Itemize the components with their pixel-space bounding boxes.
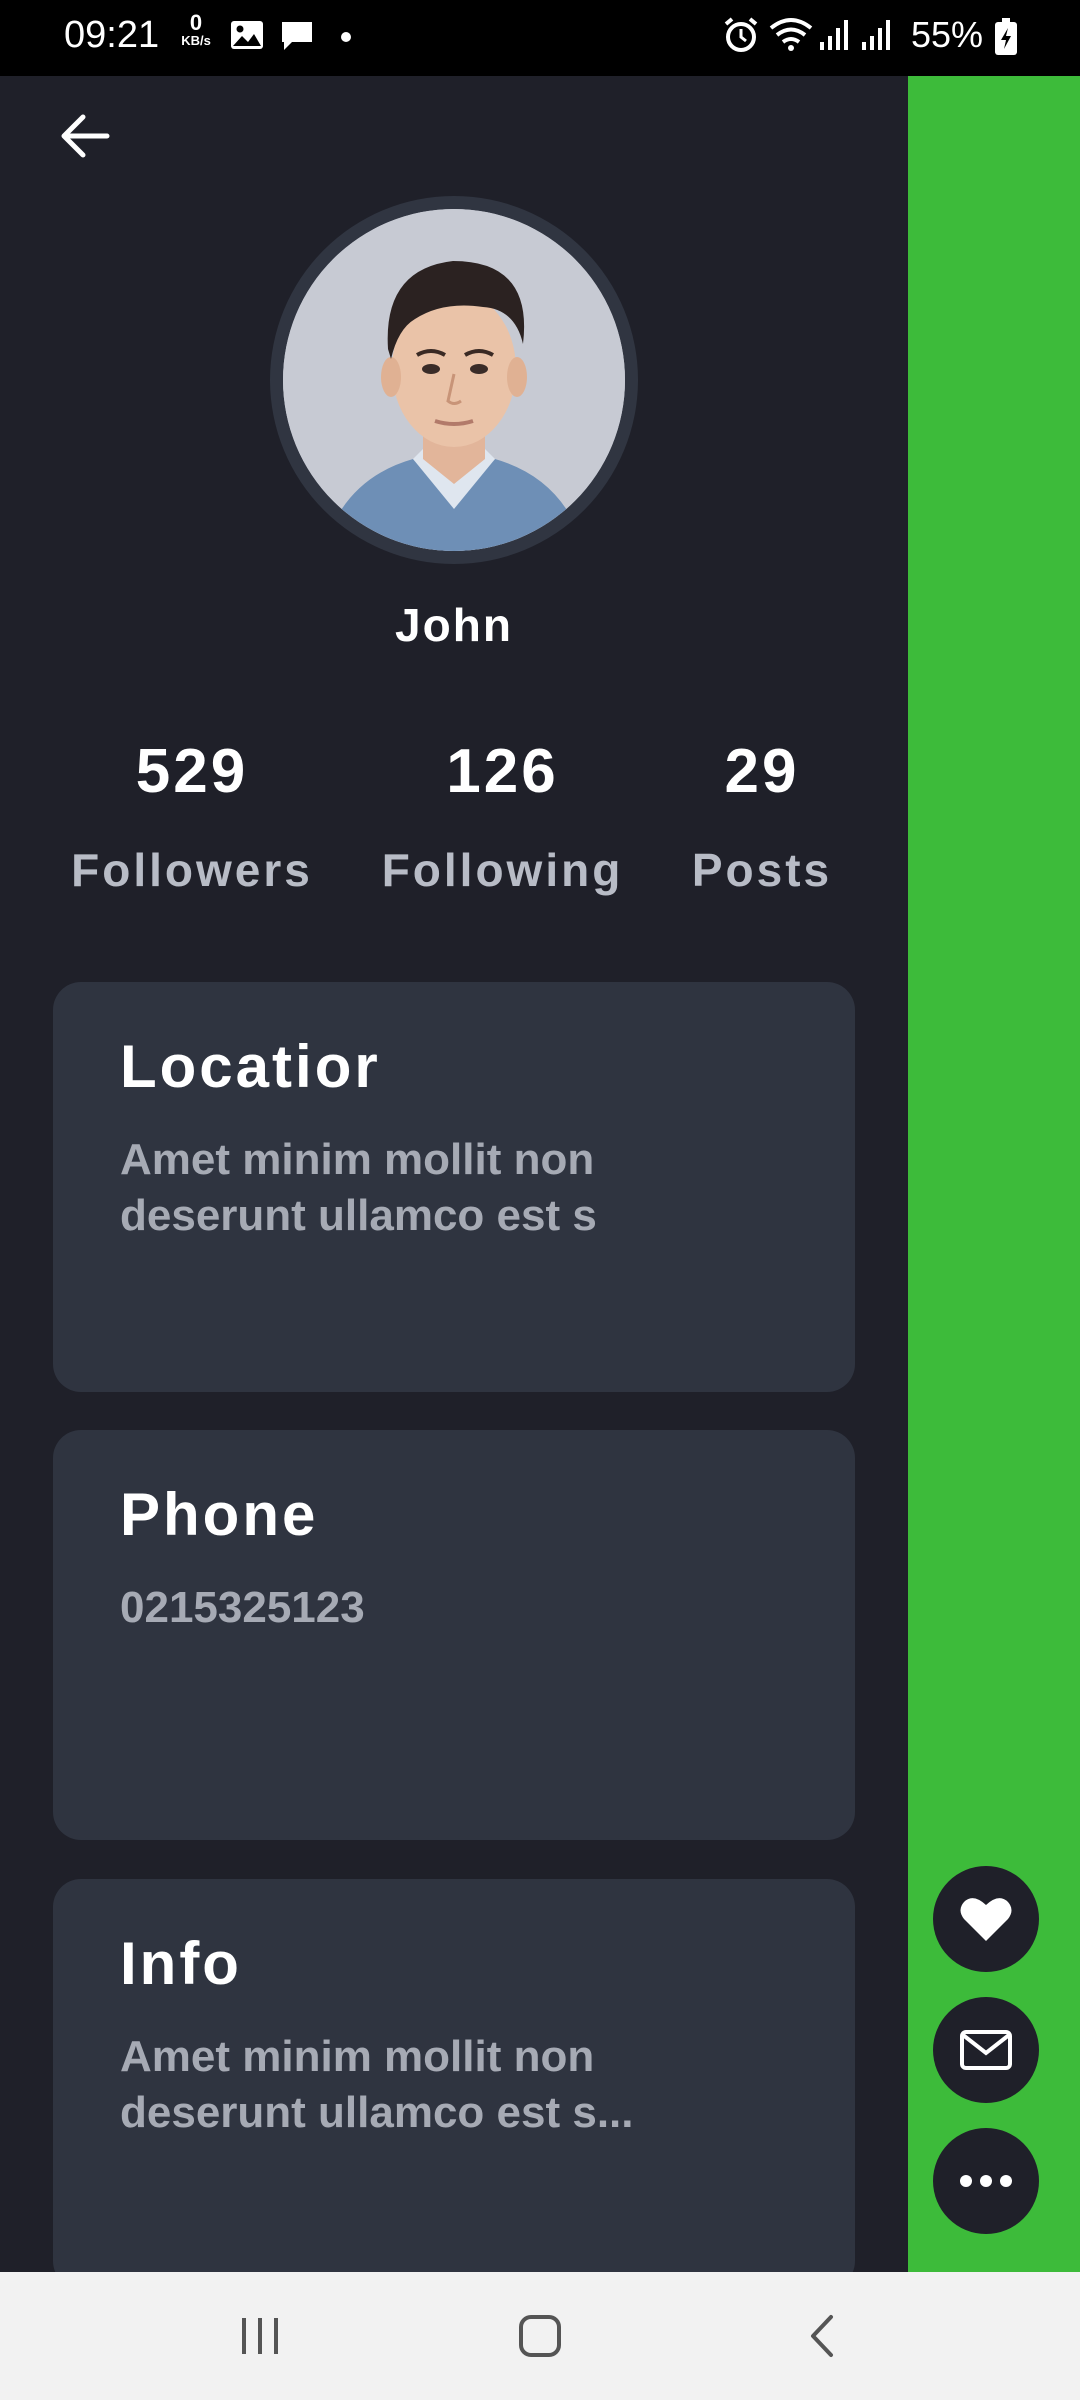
card-body: Amet minim mollit non deserunt ullamco e… xyxy=(120,2032,634,2137)
stat-following[interactable]: 126 Following xyxy=(370,736,635,897)
net-speed: 0 KB/s xyxy=(176,10,216,48)
battery-charging-icon xyxy=(994,18,1018,61)
arrow-left-icon xyxy=(61,114,110,158)
info-card[interactable]: Info Amet minim mollit non deserunt ulla… xyxy=(53,1879,855,2272)
stat-value: 529 xyxy=(135,737,249,806)
stat-posts[interactable]: 29 Posts xyxy=(672,736,852,897)
status-time: 09:21 xyxy=(64,14,160,56)
battery-percent: 55% xyxy=(911,14,984,55)
card-title: Locatior xyxy=(120,1033,380,1100)
wifi-icon xyxy=(768,16,814,57)
stat-label: Following xyxy=(381,844,624,896)
card-body: 0215325123 xyxy=(120,1583,365,1632)
more-icon xyxy=(960,2175,1012,2187)
avatar[interactable] xyxy=(283,209,625,551)
phone-card[interactable]: Phone 0215325123 xyxy=(53,1430,855,1840)
profile-panel: John 529 Followers 126 Following 29 Post… xyxy=(0,76,908,2272)
signal-icon xyxy=(860,18,894,57)
mail-icon xyxy=(960,2030,1012,2070)
alarm-icon xyxy=(722,16,760,59)
home-icon xyxy=(519,2315,561,2357)
signal-icon xyxy=(818,18,852,57)
back-icon xyxy=(811,2315,833,2357)
profile-photo xyxy=(283,209,625,551)
recent-apps-icon xyxy=(242,2318,278,2354)
card-title: Info xyxy=(120,1930,242,1997)
stat-followers[interactable]: 529 Followers xyxy=(62,736,322,897)
card-body: Amet minim mollit non deserunt ullamco e… xyxy=(120,1135,597,1240)
more-button[interactable] xyxy=(933,2128,1039,2234)
home-button[interactable] xyxy=(480,2272,600,2400)
message-button[interactable] xyxy=(933,1997,1039,2103)
system-nav-bar xyxy=(0,2272,1080,2400)
stat-label: Posts xyxy=(691,844,833,896)
image-icon xyxy=(230,20,264,55)
location-card[interactable]: Locatior Amet minim mollit non deserunt … xyxy=(53,982,855,1392)
notification-dot xyxy=(341,32,351,42)
stat-label: Followers xyxy=(71,844,313,896)
avatar-ring xyxy=(270,196,638,564)
net-speed-unit: KB/s xyxy=(181,33,211,48)
back-button[interactable] xyxy=(55,106,115,166)
message-icon xyxy=(280,20,314,57)
like-button[interactable] xyxy=(933,1866,1039,1972)
heart-icon xyxy=(960,1898,1012,1941)
stat-value: 126 xyxy=(446,737,559,806)
status-bar: 09:21 0 KB/s 55% xyxy=(0,0,1080,76)
card-title: Phone xyxy=(120,1481,319,1548)
recent-apps-button[interactable] xyxy=(200,2272,320,2400)
nav-back-button[interactable] xyxy=(762,2272,882,2400)
profile-name: John xyxy=(395,599,513,651)
net-speed-value: 0 xyxy=(189,10,203,35)
stat-value: 29 xyxy=(724,737,800,806)
